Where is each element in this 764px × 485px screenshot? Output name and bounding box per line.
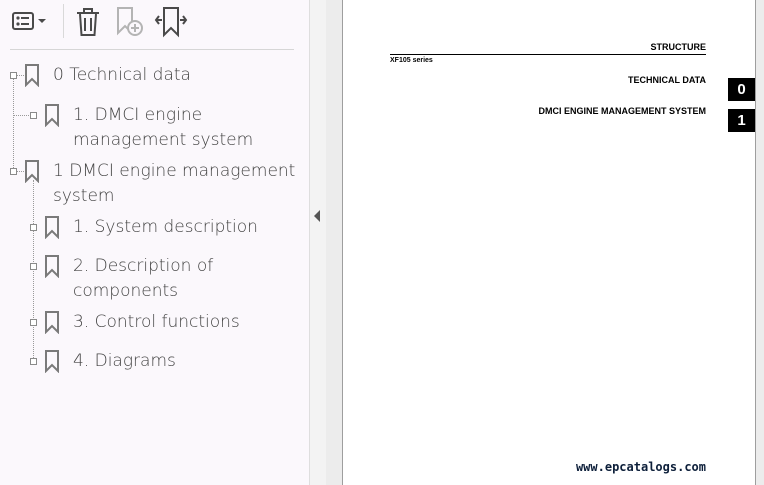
collapse-toggle[interactable] xyxy=(10,72,17,79)
bookmark-label: 3. Control functions xyxy=(73,312,240,332)
tree-connector xyxy=(13,78,14,172)
bookmark-icon xyxy=(45,350,59,373)
bookmark-tree: 0 Technical data 1. DMCI engine manageme… xyxy=(0,0,309,485)
footer-url: www.epcatalogs.com xyxy=(575,460,706,474)
bookmark-icon xyxy=(45,255,59,278)
section-title: TECHNICAL DATA xyxy=(628,75,706,85)
section-tab-1: 1 xyxy=(728,109,755,132)
bookmark-icon xyxy=(45,216,59,239)
bookmarks-panel: 0 Technical data 1. DMCI engine manageme… xyxy=(0,0,309,485)
document-viewer[interactable]: STRUCTURE XF105 series TECHNICAL DATA DM… xyxy=(326,0,764,485)
collapse-toggle[interactable] xyxy=(30,319,37,326)
collapse-toggle[interactable] xyxy=(10,168,17,175)
collapse-toggle[interactable] xyxy=(30,224,37,231)
page-header-title: STRUCTURE xyxy=(650,42,707,52)
section-tab-0: 0 xyxy=(728,78,755,101)
tree-connector xyxy=(33,180,34,362)
bookmark-icon xyxy=(45,104,59,127)
collapse-toggle[interactable] xyxy=(30,358,37,365)
bookmark-label: 0 Technical data xyxy=(53,65,191,85)
bookmark-label: 2. Description of components xyxy=(73,256,214,301)
collapse-toggle[interactable] xyxy=(30,112,37,119)
tree-connector xyxy=(16,171,24,172)
subsection-title: DMCI ENGINE MANAGEMENT SYSTEM xyxy=(538,106,706,116)
collapse-panel-icon[interactable] xyxy=(314,210,320,222)
panel-splitter[interactable] xyxy=(309,0,326,485)
bookmark-label: 1. DMCI engine management system xyxy=(73,105,254,150)
bookmark-label: 1. System description xyxy=(73,217,258,237)
series-label: XF105 series xyxy=(390,57,433,64)
bookmark-icon xyxy=(25,160,39,183)
collapse-toggle[interactable] xyxy=(30,263,37,270)
header-rule xyxy=(390,54,706,55)
tree-connector xyxy=(16,75,24,76)
bookmark-icon xyxy=(45,311,59,334)
bookmark-label: 4. Diagrams xyxy=(73,351,176,371)
bookmark-icon xyxy=(25,64,39,87)
document-page: STRUCTURE XF105 series TECHNICAL DATA DM… xyxy=(342,0,756,485)
bookmark-label: 1 DMCI engine management system xyxy=(53,161,296,206)
